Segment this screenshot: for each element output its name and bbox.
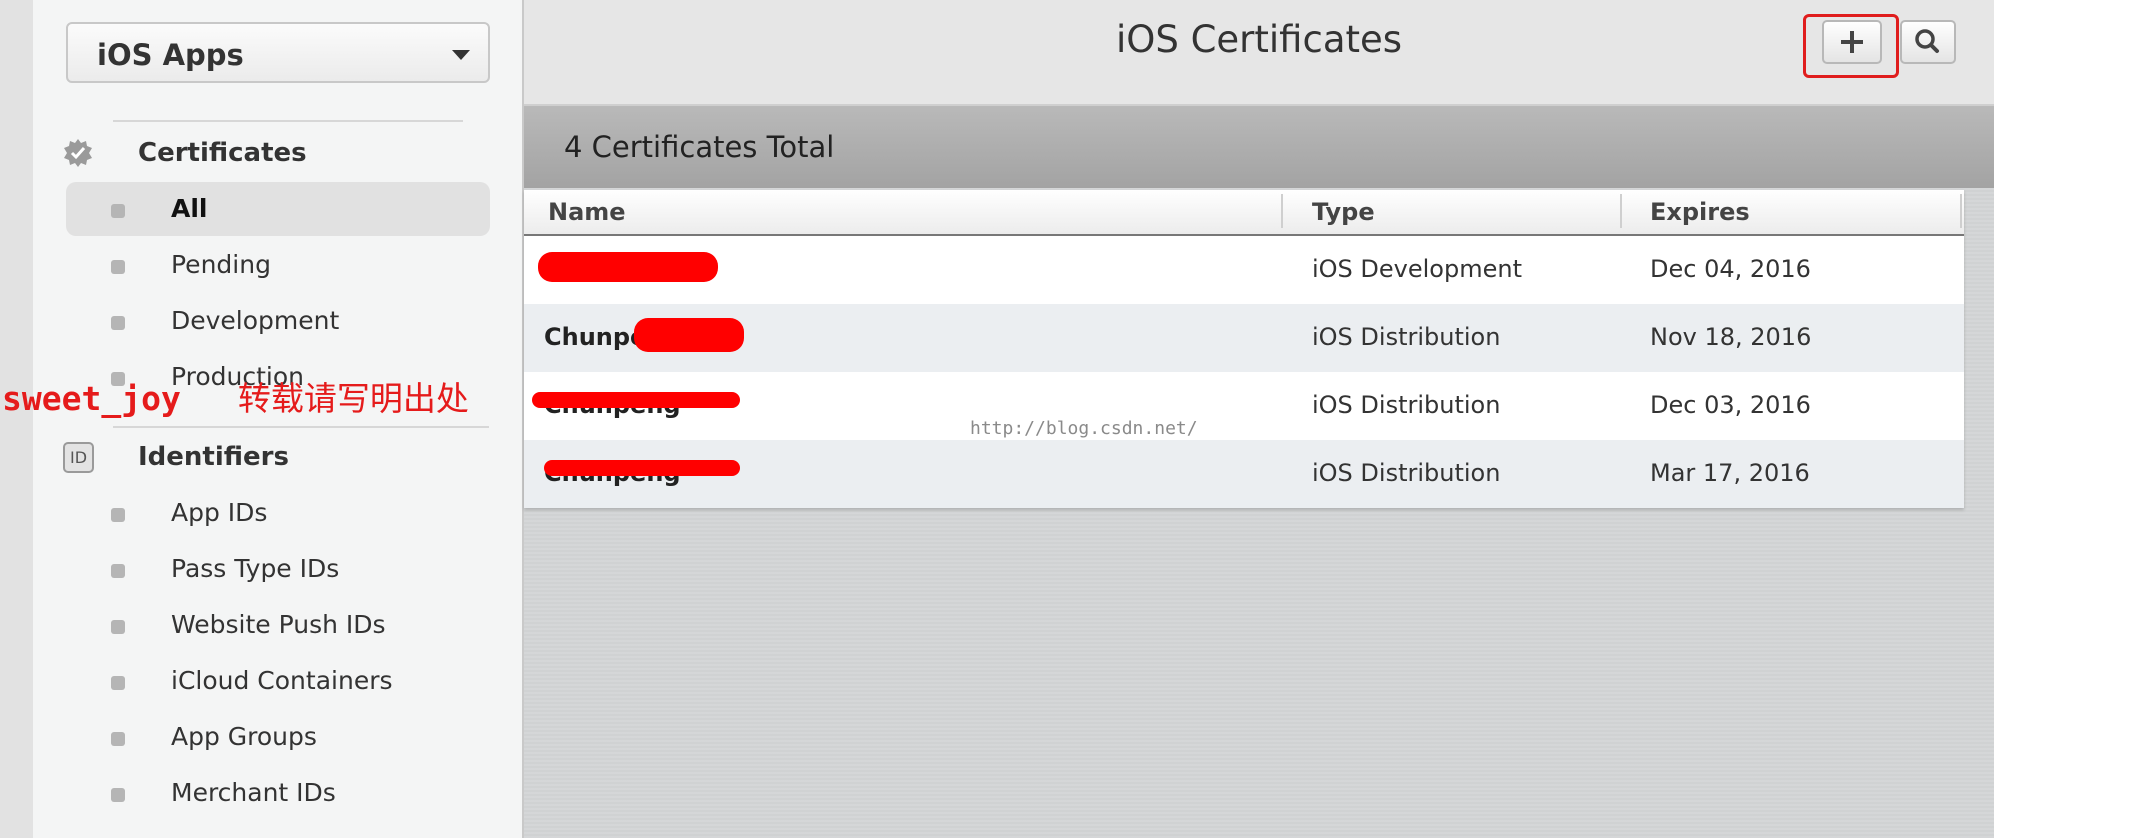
sidebar-item-label: App IDs — [171, 498, 268, 527]
sidebar-item-icloud-containers[interactable]: iCloud Containers — [66, 654, 490, 708]
id-badge-icon: ID — [63, 442, 94, 473]
app-type-select-value: iOS Apps — [97, 38, 244, 72]
search-button[interactable] — [1900, 20, 1956, 64]
cert-type: iOS Distribution — [1312, 323, 1501, 351]
bullet-icon — [111, 676, 125, 690]
bullet-icon — [111, 564, 125, 578]
redaction-scribble — [634, 318, 744, 352]
page-header: iOS Certificates — [524, 0, 1994, 106]
main-content: iOS Certificates 4 Certificates Total Na… — [524, 0, 1994, 838]
plus-icon — [1841, 31, 1863, 53]
table-row[interactable]: iOS Development Dec 04, 2016 — [524, 236, 1964, 304]
redaction-scribble — [532, 392, 740, 408]
sidebar-item-all[interactable]: All — [66, 182, 490, 236]
sidebar-item-label: iCloud Containers — [171, 666, 393, 695]
bullet-icon — [111, 788, 125, 802]
author-watermark: sweet_joy 转载请写明出处 — [2, 372, 469, 420]
summary-bar: 4 Certificates Total — [524, 106, 1994, 188]
sidebar-item-label: App Groups — [171, 722, 317, 751]
column-header-expires[interactable]: Expires — [1650, 198, 1750, 226]
cert-type: iOS Distribution — [1312, 391, 1501, 419]
bullet-icon — [111, 260, 125, 274]
section-identifiers-label: Identifiers — [138, 442, 289, 472]
app-type-select[interactable]: iOS Apps — [66, 22, 490, 83]
add-certificate-button[interactable] — [1822, 20, 1882, 64]
cert-type: iOS Distribution — [1312, 459, 1501, 487]
bullet-icon — [111, 620, 125, 634]
section-certificates-label: Certificates — [138, 138, 307, 168]
sidebar-item-label: Website Push IDs — [171, 610, 386, 639]
cert-type: iOS Development — [1312, 255, 1522, 283]
watermark-note: 转载请写明出处 — [237, 379, 469, 418]
sidebar-item-app-ids[interactable]: App IDs — [66, 486, 490, 540]
sidebar-item-pending[interactable]: Pending — [66, 238, 490, 292]
magnifier-icon — [1915, 29, 1939, 53]
column-divider — [1620, 194, 1622, 228]
table-row[interactable]: Chunpeng iOS Distribution Nov 18, 2016 — [524, 304, 1964, 372]
certificates-table: Name Type Expires iOS Development Dec 04… — [524, 190, 1964, 508]
redaction-scribble — [544, 460, 740, 476]
redaction-scribble — [538, 252, 718, 282]
certificate-seal-icon — [63, 138, 93, 168]
certificate-count: 4 Certificates Total — [564, 130, 835, 164]
blog-url-watermark: http://blog.csdn.net/ — [970, 418, 1198, 439]
cert-expires: Nov 18, 2016 — [1650, 323, 1812, 351]
sidebar-item-pass-type-ids[interactable]: Pass Type IDs — [66, 542, 490, 596]
bullet-icon — [111, 204, 125, 218]
sidebar-item-website-push-ids[interactable]: Website Push IDs — [66, 598, 490, 652]
sidebar-item-label: Pass Type IDs — [171, 554, 340, 583]
page-margin — [1994, 0, 2134, 838]
cert-expires: Dec 03, 2016 — [1650, 391, 1811, 419]
column-header-type[interactable]: Type — [1312, 198, 1375, 226]
column-divider — [1281, 194, 1283, 228]
sidebar-item-app-groups[interactable]: App Groups — [66, 710, 490, 764]
sidebar-item-label: Merchant IDs — [171, 778, 336, 807]
bullet-icon — [111, 508, 125, 522]
bullet-icon — [111, 316, 125, 330]
watermark-name: sweet_joy — [2, 379, 181, 418]
table-row[interactable]: Chunpeng iOS Distribution Mar 17, 2016 — [524, 440, 1964, 508]
table-header: Name Type Expires — [524, 190, 1964, 236]
cert-expires: Dec 04, 2016 — [1650, 255, 1811, 283]
sidebar-item-development[interactable]: Development — [66, 294, 490, 348]
table-row[interactable]: Chunpeng iOS Distribution Dec 03, 2016 — [524, 372, 1964, 440]
sidebar-item-label: Pending — [171, 250, 271, 279]
bullet-icon — [111, 732, 125, 746]
column-header-name[interactable]: Name — [548, 198, 626, 226]
chevron-down-icon — [452, 50, 470, 60]
sidebar-item-label: Development — [171, 306, 340, 335]
page-title: iOS Certificates — [1115, 18, 1403, 61]
column-divider — [1960, 194, 1962, 228]
divider — [113, 426, 489, 428]
sidebar-item-merchant-ids[interactable]: Merchant IDs — [66, 766, 490, 820]
sidebar-item-label: All — [171, 194, 208, 223]
cert-expires: Mar 17, 2016 — [1650, 459, 1810, 487]
divider — [113, 120, 463, 122]
